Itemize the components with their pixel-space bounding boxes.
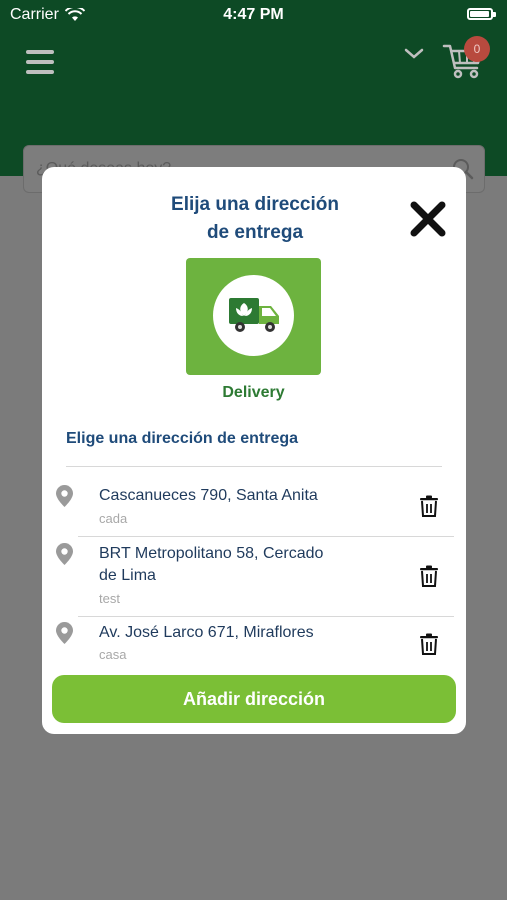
add-address-button[interactable]: Añadir dirección [52,675,456,723]
battery-icon [467,8,496,20]
address-line: Cascanueces 790, Santa Anita [99,487,318,504]
address-item[interactable]: Cascanueces 790, Santa Anita cada [42,473,466,543]
delivery-label: Delivery [222,384,285,401]
section-title: Elige una dirección de entrega [66,430,299,447]
modal-title: Elija una dirección de entrega [171,194,339,243]
address-item[interactable]: Av. José Larco 671, Miraflores casa [42,619,466,659]
address-label: casa [99,647,127,659]
close-icon[interactable] [408,199,448,239]
address-item[interactable]: BRT Metropolitano 58, Cercado de Lima te… [42,539,466,619]
hamburger-menu-icon[interactable] [26,50,54,74]
trash-icon[interactable] [419,495,439,517]
delivery-address-modal: Elija una dirección de entrega Delivery … [42,167,466,734]
trash-icon[interactable] [419,565,439,587]
address-line: Av. José Larco 671, Miraflores [99,624,314,641]
location-pin-icon [56,622,73,644]
status-time: 4:47 PM [223,6,284,23]
location-pin-icon [56,543,73,565]
divider [78,616,454,617]
truck-icon [229,298,279,332]
location-pin-icon [56,485,73,507]
address-label: test [99,591,120,606]
divider [78,536,454,537]
address-list[interactable]: Cascanueces 790, Santa Anita cada BRT Me… [42,473,466,659]
address-label: cada [99,511,128,526]
address-line: BRT Metropolitano 58, Cercado de Lima [99,545,324,584]
battery-level [470,11,489,17]
status-bar: Carrier 4:47 PM [0,0,507,30]
divider [66,466,442,467]
chevron-down-icon[interactable] [404,44,424,64]
cart-count-badge: 0 [464,36,490,62]
delivery-option-tile[interactable] [186,258,321,375]
trash-icon[interactable] [419,633,439,655]
